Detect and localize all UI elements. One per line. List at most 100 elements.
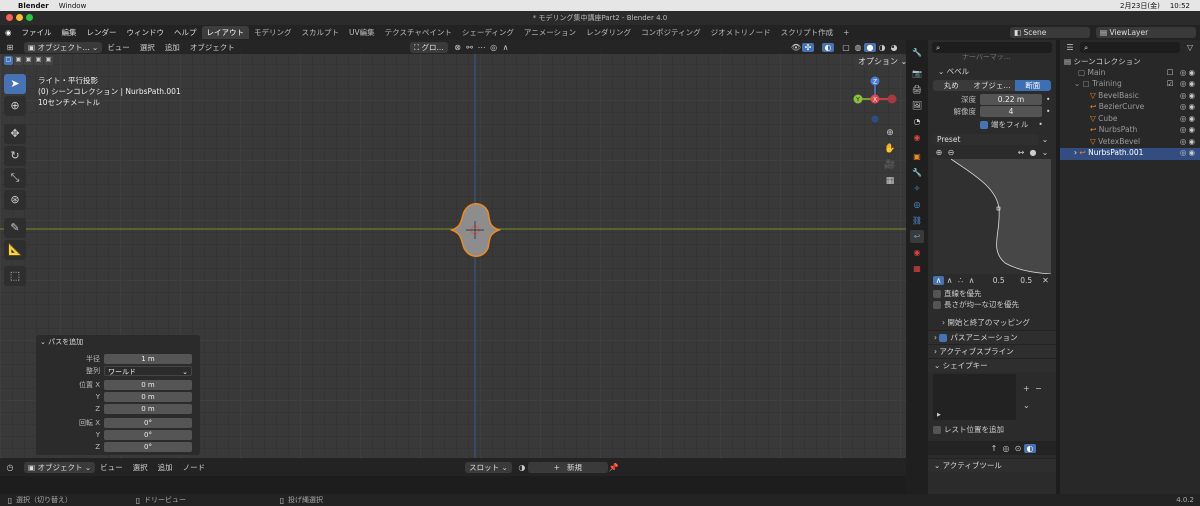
path-animation-checkbox[interactable] [939,333,948,342]
handle-vector-icon[interactable]: ∧ [944,276,955,285]
tool-view-icon[interactable]: ◐ [1024,443,1036,453]
rotation-z-field[interactable]: 0° [104,442,192,452]
clip-settings-icon[interactable]: ● [1027,148,1039,157]
tab-animation[interactable]: アニメーション [519,26,581,39]
add-workspace-button[interactable]: + [838,26,854,39]
active-tool-header[interactable]: ⌄ アクティブツール [928,458,1056,472]
visibility-icon[interactable]: 👁 [790,43,802,52]
outliner-item-vetexbevel[interactable]: ▽ VetexBevel ◎◉ [1060,137,1200,149]
overlay-toggle-icon[interactable]: ◐ [822,42,834,52]
location-y-field[interactable]: 0 m [104,392,192,402]
falloff-icon[interactable]: ∧ [500,43,512,52]
snap-target-icon[interactable]: ⋯ [476,43,488,52]
outliner-item-bevelbasic[interactable]: ▽ BevelBasic ◎◉ [1060,91,1200,103]
pivot-icon[interactable]: ⊗ [452,43,464,52]
row-toggles-icon[interactable]: ☑ ◎◉ [1167,79,1197,88]
zoom-out-icon[interactable]: ⊖ [945,148,957,157]
redo-panel-header[interactable]: ⌄ パスを追加 [36,335,200,348]
tl-menu-select[interactable]: 選択 [128,462,153,473]
fill-caps-checkbox[interactable] [980,120,988,129]
radius-field[interactable]: 1 m [104,354,192,364]
pan-hand-icon[interactable]: ✋ [884,144,896,160]
xray-icon[interactable]: ▢ [840,43,852,52]
app-menu[interactable]: Blender [18,2,49,10]
row-toggles-icon[interactable]: ◎◉ [1180,125,1197,134]
tab-uv[interactable]: UV編集 [344,26,380,39]
add-cube-tool-icon[interactable]: ⬚ [4,266,26,286]
menu-help[interactable]: ヘルプ [169,27,202,38]
outliner-root-row[interactable]: ▤ シーンコレクション [1060,56,1200,68]
zoom-icon[interactable]: ⊕ [884,128,896,144]
vp-menu-view[interactable]: ビュー [102,42,135,53]
handle-auto-icon[interactable]: ∧ [933,276,944,285]
outliner-item-training[interactable]: ⌄ ▢ Training ☑ ◎◉ [1060,79,1200,91]
measure-tool-icon[interactable]: 📐 [4,240,26,260]
shading-solid-icon[interactable]: ● [864,42,876,52]
scene-tab-icon[interactable]: ◔ [910,115,924,128]
curve-value-y[interactable]: 0.5 [1013,276,1041,285]
outliner-item-nurbspath001[interactable]: › ↩ NurbsPath.001 ◎◉ [1060,148,1200,160]
path-animation-header[interactable]: › パスアニメーション [928,330,1056,344]
curve-value-x[interactable]: 0.5 [985,276,1013,285]
rest-position-checkbox[interactable] [933,425,941,434]
physics-tab-icon[interactable]: ◎ [910,198,924,211]
outliner-search-input[interactable]: ⌕ [1080,41,1180,53]
tab-compositing[interactable]: コンポジティング [636,26,706,39]
bevel-mode-round[interactable]: 丸め [933,80,970,91]
handle-free-icon[interactable]: ∧ [966,276,977,285]
move-tool-icon[interactable]: ✥ [4,124,26,144]
timeline-editor-type-icon[interactable]: ◷ [4,463,16,472]
shape-keys-list[interactable]: ▶ [933,374,1017,420]
window-menu[interactable]: Window [59,2,87,10]
bevel-panel-header[interactable]: ⌄ ベベル [928,62,1056,80]
slot-dropdown[interactable]: スロット ⌄ [465,461,512,473]
tab-geometry-nodes[interactable]: ジオメトリノード [706,26,776,39]
add-shape-key-icon[interactable]: + [1020,384,1032,393]
list-expand-icon[interactable]: ▶ [937,412,941,418]
ortho-grid-icon[interactable]: ▦ [884,176,896,192]
select-new-icon[interactable]: ▢ [4,56,13,65]
select-box-tool-icon[interactable]: ➤ [4,74,26,94]
tab-scripting[interactable]: スクリプト作成 [776,26,839,39]
active-spline-header[interactable]: › アクティブスプライン [928,344,1056,358]
texture-tab-icon[interactable]: ▦ [910,262,924,275]
reset-view-icon[interactable]: ↔ [1015,148,1027,157]
tab-texture-paint[interactable]: テクスチャペイント [380,26,457,39]
select-intersect-icon[interactable]: ▣ [44,56,53,65]
new-material-button[interactable]: + 新規 [527,461,608,473]
mode-dropdown[interactable]: ▣ オブジェクト... ⌄ [24,41,103,53]
select-subtract-icon[interactable]: ▣ [24,56,33,65]
tab-shading[interactable]: シェーディング [457,26,519,39]
outliner-display-mode-icon[interactable]: ☰ [1064,43,1076,52]
delete-point-icon[interactable]: ✕ [1040,276,1051,285]
properties-search-input[interactable]: ⌕ [932,41,1052,53]
tl-menu-view[interactable]: ビュー [95,462,128,473]
tl-menu-node[interactable]: ノード [178,462,211,473]
close-window-button[interactable] [6,14,13,21]
resolution-field[interactable]: 4 [980,106,1042,117]
handle-auto-clamp-icon[interactable]: ∴ [955,276,966,285]
shading-rendered-icon[interactable]: ◕ [888,43,900,52]
even-length-checkbox[interactable] [933,300,941,309]
bevel-mode-profile[interactable]: 断面 [1014,80,1051,91]
options-dropdown[interactable]: オプション ⌄ [854,56,912,67]
outliner-item-beziercurve[interactable]: ↩ BezierCurve ◎◉ [1060,102,1200,114]
scale-tool-icon[interactable]: ⤡ [4,168,26,188]
vp-menu-object[interactable]: オブジェクト [185,42,240,53]
particles-tab-icon[interactable]: ✧ [910,182,924,195]
menu-render[interactable]: レンダー [82,27,122,38]
shading-material-icon[interactable]: ◑ [876,43,888,52]
row-toggles-icon[interactable]: ☐ ◎◉ [1167,68,1197,77]
modifier-tab-icon[interactable]: 🔧 [910,166,924,179]
menu-window[interactable]: ウィンドウ [122,27,170,38]
menu-edit[interactable]: 編集 [57,27,82,38]
chevron-down-icon[interactable]: ⌄ [1039,135,1051,144]
tab-layout[interactable]: レイアウト [201,26,250,39]
camera-view-icon[interactable]: 🎥 [884,160,896,176]
outliner-item-nurbspath[interactable]: ↩ NurbsPath ◎◉ [1060,125,1200,137]
proportional-icon[interactable]: ◎ [488,43,500,52]
blender-logo-icon[interactable]: ◉ [0,28,17,37]
profile-curve-widget[interactable] [933,159,1051,274]
remove-shape-key-icon[interactable]: − [1032,384,1044,393]
tool-settings-icon[interactable]: ◎ [1000,444,1012,453]
